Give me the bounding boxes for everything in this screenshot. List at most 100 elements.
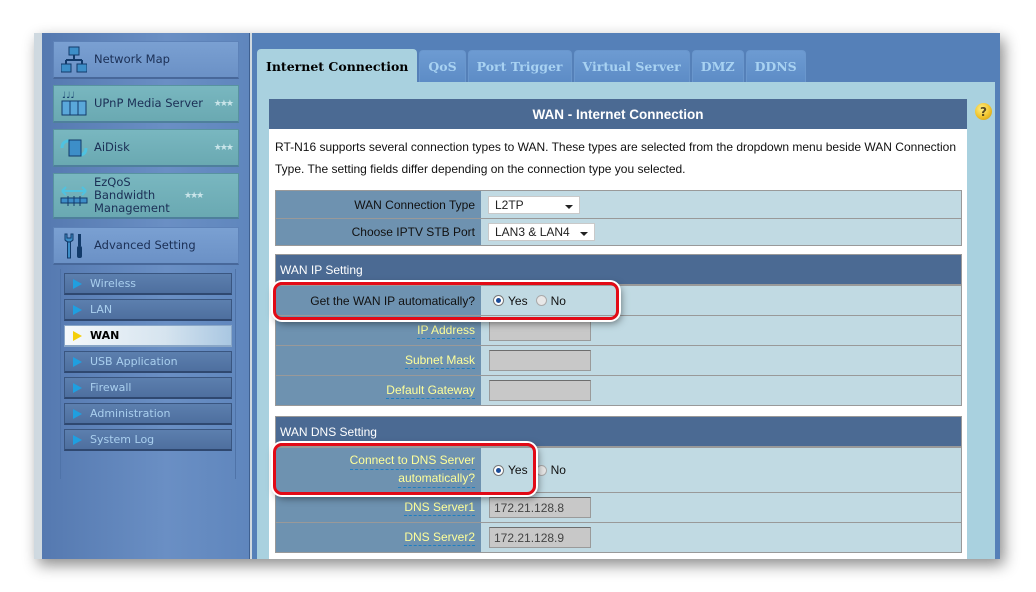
arrow-right-icon xyxy=(73,356,82,367)
subnet-mask-input[interactable] xyxy=(489,350,591,371)
main-area: Internet Connection QoS Port Trigger Vir… xyxy=(252,33,1000,559)
arrow-right-icon xyxy=(73,330,82,341)
radio-label: No xyxy=(550,463,566,477)
submenu-usb-application[interactable]: USB Application xyxy=(64,351,232,373)
subnet-mask-row: Subnet Mask xyxy=(276,345,961,375)
aidisk-icon xyxy=(54,136,94,160)
bandwidth-icon xyxy=(54,185,94,207)
wan-ip-section-title: WAN IP Setting xyxy=(276,255,961,285)
submenu-label: System Log xyxy=(90,433,155,446)
ip-address-input[interactable] xyxy=(489,320,591,341)
arrow-right-icon xyxy=(73,408,82,419)
iptv-port-select[interactable]: LAN3 & LAN4 xyxy=(488,223,595,241)
dns-server2-label: DNS Server2 xyxy=(276,523,481,552)
default-gateway-input[interactable] xyxy=(489,380,591,401)
wan-connection-type-row: WAN Connection Type L2TP xyxy=(276,191,961,218)
wan-connection-type-select[interactable]: L2TP xyxy=(488,195,580,214)
chevron-down-icon xyxy=(579,232,588,236)
select-value: L2TP xyxy=(495,197,524,212)
tab-port-trigger[interactable]: Port Trigger xyxy=(467,50,572,82)
tab-bar: Internet Connection QoS Port Trigger Vir… xyxy=(257,49,808,82)
wan-ip-auto-yes-radio[interactable] xyxy=(493,295,504,306)
menu-upnp-media-server[interactable]: ♩♩♩ UPnP Media Server ★★★ xyxy=(53,85,239,123)
tab-virtual-server[interactable]: Virtual Server xyxy=(573,50,690,82)
arrow-right-icon xyxy=(73,304,82,315)
label-text: Connect to DNS Server xyxy=(349,452,475,470)
radio-label: No xyxy=(550,293,566,308)
wan-ip-auto-row: Get the WAN IP automatically? Yes No xyxy=(276,285,961,315)
wan-dns-setting-table: WAN DNS Setting Connect to DNS Server au… xyxy=(275,416,962,553)
tab-ddns[interactable]: DDNS xyxy=(745,50,806,82)
radio-label: Yes xyxy=(508,463,528,477)
rating-stars-icon: ★★★ xyxy=(213,98,234,109)
wan-ip-auto-no-radio[interactable] xyxy=(535,295,547,306)
svg-text:♩♩♩: ♩♩♩ xyxy=(62,91,75,101)
dns-auto-yes-radio[interactable] xyxy=(493,464,504,476)
dns-server2-input[interactable]: 172.21.128.9 xyxy=(489,527,591,548)
submenu-label: Administration xyxy=(90,407,171,420)
dns-server1-label: DNS Server1 xyxy=(276,493,481,522)
submenu-label: LAN xyxy=(90,303,113,316)
arrow-right-icon xyxy=(73,278,82,289)
submenu-lan[interactable]: LAN xyxy=(64,299,232,321)
menu-ezqos-bandwidth[interactable]: EzQoS Bandwidth Management ★★★ xyxy=(53,173,239,219)
rating-stars-icon: ★★★ xyxy=(184,190,204,201)
submenu-wan[interactable]: WAN xyxy=(64,325,232,347)
submenu-system-log[interactable]: System Log xyxy=(64,429,232,451)
tab-dmz[interactable]: DMZ xyxy=(691,50,744,82)
submenu-wireless[interactable]: Wireless xyxy=(64,273,232,295)
iptv-port-row: Choose IPTV STB Port LAN3 & LAN4 xyxy=(276,218,961,245)
label-text: Default Gateway xyxy=(386,382,475,399)
label-text: DNS Server2 xyxy=(404,529,475,546)
submenu-label: Wireless xyxy=(90,277,137,290)
sidebar: Network Map ♩♩♩ UPnP Media Server ★★★ Ai… xyxy=(42,33,250,559)
label-text: automatically? xyxy=(398,470,475,488)
dns-auto-label: Connect to DNS Server automatically? xyxy=(276,448,481,492)
label-text: DNS Server1 xyxy=(404,499,475,516)
advanced-submenu: Wireless LAN WAN USB Application Firewal… xyxy=(60,269,236,479)
radio-label: Yes xyxy=(508,293,528,308)
media-server-icon: ♩♩♩ xyxy=(54,90,94,118)
default-gateway-label: Default Gateway xyxy=(276,376,481,405)
ip-address-row: IP Address xyxy=(276,315,961,345)
menu-label: Network Map xyxy=(94,52,170,66)
menu-label: Advanced Setting xyxy=(94,238,196,252)
tab-internet-connection[interactable]: Internet Connection xyxy=(257,49,418,82)
submenu-label: Firewall xyxy=(90,381,132,394)
default-gateway-row: Default Gateway xyxy=(276,375,961,405)
select-value: LAN3 & LAN4 xyxy=(495,225,570,239)
tab-qos[interactable]: QoS xyxy=(419,50,466,82)
connection-type-table: WAN Connection Type L2TP Choose IPTV STB… xyxy=(275,190,962,246)
panel-title: WAN - Internet Connection xyxy=(269,99,967,129)
menu-label: EzQoS Bandwidth Management xyxy=(94,175,170,215)
wan-ip-auto-label: Get the WAN IP automatically? xyxy=(276,286,481,315)
menu-network-map[interactable]: Network Map xyxy=(53,41,239,79)
label-text: Subnet Mask xyxy=(404,352,475,369)
arrow-right-icon xyxy=(73,382,82,393)
router-admin-window: Network Map ♩♩♩ UPnP Media Server ★★★ Ai… xyxy=(34,33,1000,559)
wan-settings-panel: WAN - Internet Connection RT-N16 support… xyxy=(269,99,967,559)
subnet-mask-label: Subnet Mask xyxy=(276,346,481,375)
submenu-label: WAN xyxy=(90,329,120,342)
wan-dns-section-title: WAN DNS Setting xyxy=(276,417,961,447)
rating-stars-icon: ★★★ xyxy=(213,142,234,153)
dns-server1-row: DNS Server1 172.21.128.8 xyxy=(276,492,961,522)
dns-auto-row: Connect to DNS Server automatically? Yes… xyxy=(276,447,961,492)
dns-server1-input[interactable]: 172.21.128.8 xyxy=(489,497,591,518)
label-text: IP Address xyxy=(417,322,475,339)
submenu-label: USB Application xyxy=(90,355,178,368)
wrench-icon xyxy=(54,232,94,260)
submenu-firewall[interactable]: Firewall xyxy=(64,377,232,399)
dns-auto-no-radio[interactable] xyxy=(535,464,547,476)
arrow-right-icon xyxy=(73,434,82,445)
menu-advanced-setting[interactable]: Advanced Setting xyxy=(53,227,239,265)
ip-address-label: IP Address xyxy=(276,316,481,345)
help-icon[interactable]: ? xyxy=(975,103,992,120)
panel-description: RT-N16 supports several connection types… xyxy=(275,140,957,176)
submenu-administration[interactable]: Administration xyxy=(64,403,232,425)
menu-label: AiDisk xyxy=(94,140,130,154)
iptv-port-label: Choose IPTV STB Port xyxy=(276,219,481,245)
menu-aidisk[interactable]: AiDisk ★★★ xyxy=(53,129,239,167)
wan-connection-type-label: WAN Connection Type xyxy=(276,191,481,218)
chevron-down-icon xyxy=(565,204,573,209)
